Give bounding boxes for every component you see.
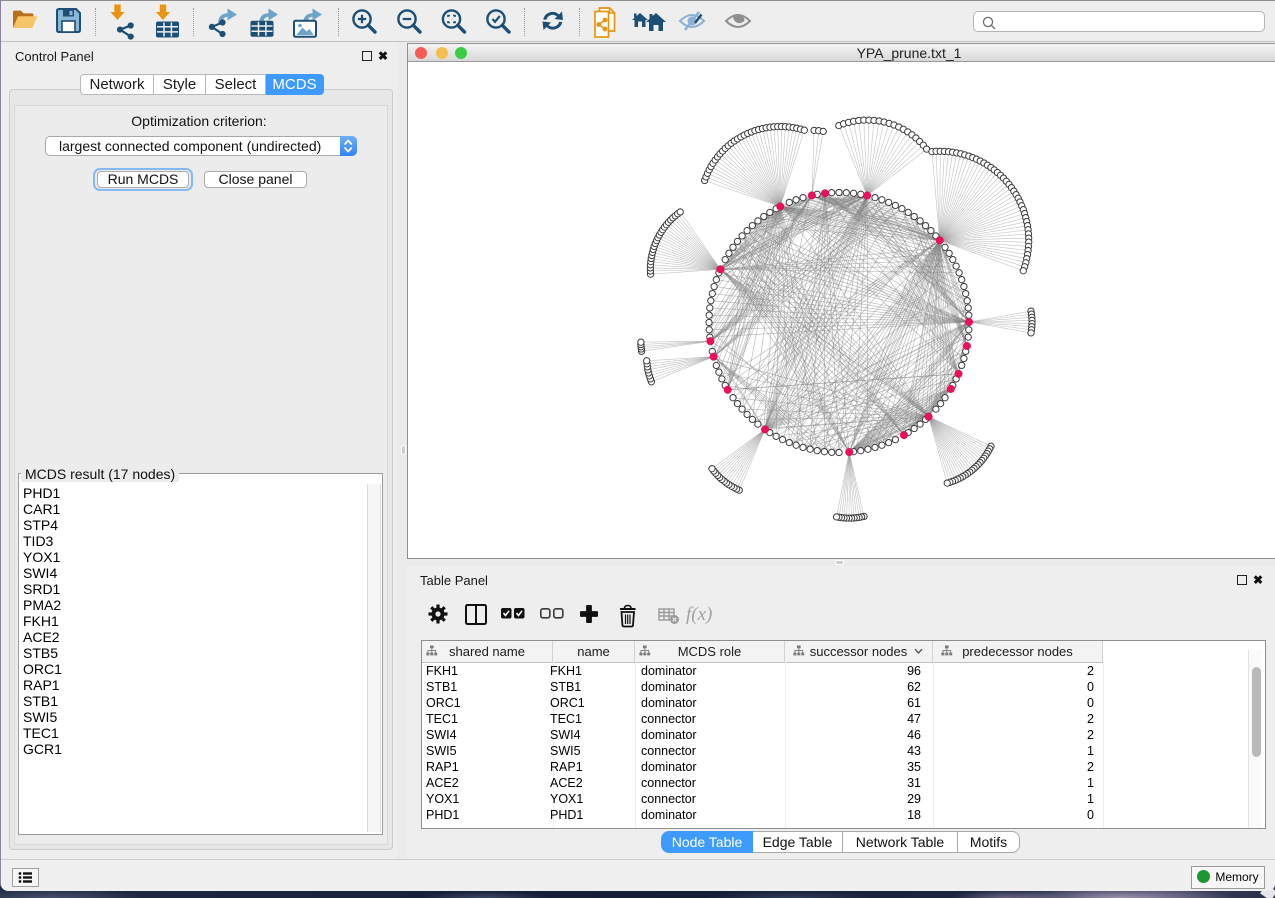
svg-text:f(x): f(x) [686, 604, 712, 625]
